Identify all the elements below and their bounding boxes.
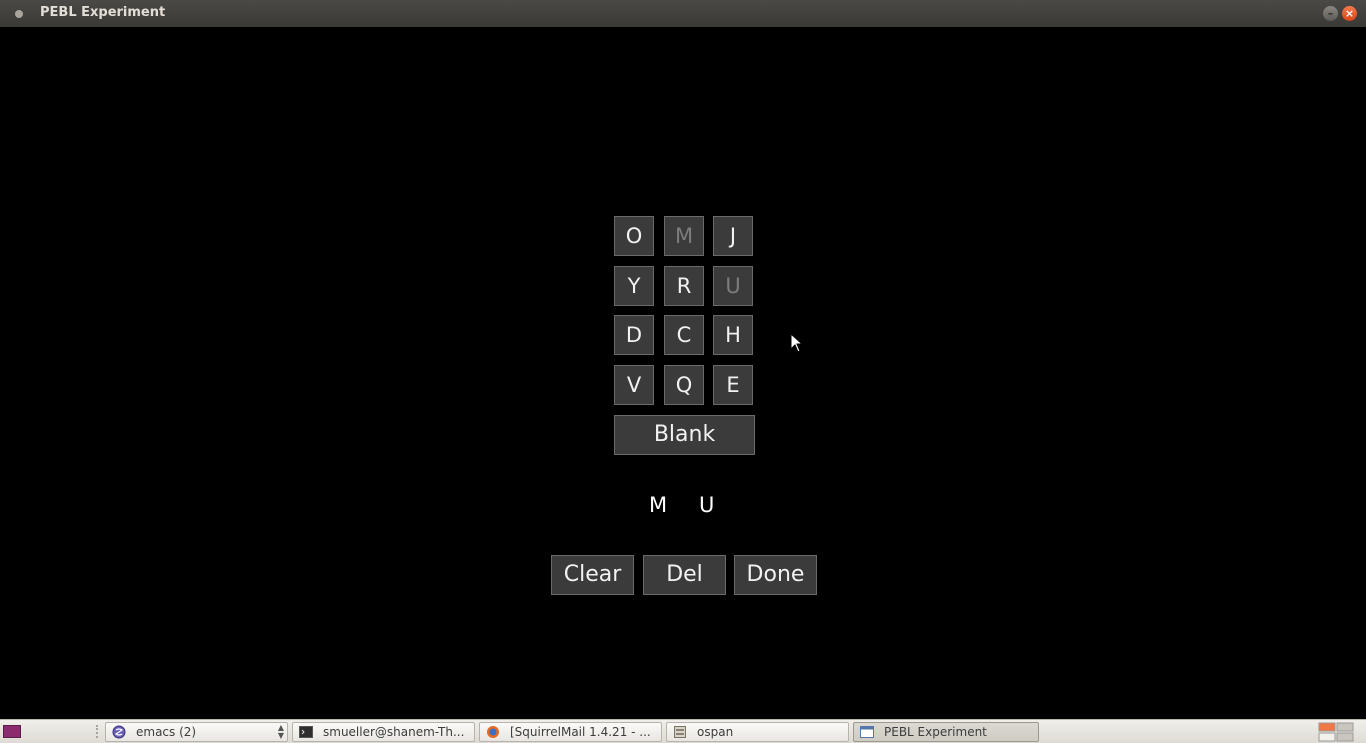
show-desktop-icon[interactable] xyxy=(3,725,21,738)
letter-key-e[interactable]: E xyxy=(713,365,753,405)
taskbar-item-label: ospan xyxy=(697,725,734,739)
clear-button[interactable]: Clear xyxy=(551,555,634,595)
taskbar-item-firefox[interactable]: [SquirrelMail 1.4.21 - ... xyxy=(479,722,662,742)
letter-key-y[interactable]: Y xyxy=(614,266,654,306)
letter-key-c[interactable]: C xyxy=(664,315,704,355)
window-title: PEBL Experiment xyxy=(40,5,166,20)
taskbar: emacs (2) ▲ ▼ smueller@shanem-Th... [Squi… xyxy=(0,719,1366,743)
delete-button[interactable]: Del xyxy=(643,555,726,595)
window-titlebar[interactable]: PEBL Experiment – × xyxy=(0,0,1366,27)
firefox-icon xyxy=(487,726,499,738)
taskbar-item-label: emacs (2) xyxy=(136,725,197,739)
taskbar-item-ospan[interactable]: ospan xyxy=(666,722,849,742)
letter-key-v[interactable]: V xyxy=(614,365,654,405)
blank-button[interactable]: Blank xyxy=(614,415,755,455)
window-menu-icon[interactable] xyxy=(15,10,23,18)
emacs-icon xyxy=(112,725,126,739)
response-letter: M xyxy=(649,493,668,517)
file-manager-icon xyxy=(674,726,686,738)
taskbar-item-label: [SquirrelMail 1.4.21 - ... xyxy=(510,725,651,739)
letter-key-m[interactable]: M xyxy=(664,216,704,256)
letter-key-j[interactable]: J xyxy=(713,216,753,256)
window-icon xyxy=(860,726,874,738)
terminal-icon xyxy=(299,726,313,738)
letter-key-u[interactable]: U xyxy=(713,266,753,306)
mouse-pointer-icon xyxy=(790,333,804,353)
done-button[interactable]: Done xyxy=(734,555,817,595)
letter-key-d[interactable]: D xyxy=(614,315,654,355)
taskbar-item-terminal[interactable]: smueller@shanem-Th... xyxy=(292,722,475,742)
workspace-switcher-icon[interactable] xyxy=(1318,722,1356,742)
updown-icon: ▲ ▼ xyxy=(277,723,284,740)
taskbar-item-pebl[interactable]: PEBL Experiment xyxy=(853,722,1039,742)
experiment-canvas: O M J Y R U D C H V Q E Blank M U Clear … xyxy=(0,27,1366,719)
letter-key-o[interactable]: O xyxy=(614,216,654,256)
taskbar-item-label: PEBL Experiment xyxy=(884,725,987,739)
letter-key-q[interactable]: Q xyxy=(664,365,704,405)
taskbar-item-label: smueller@shanem-Th... xyxy=(323,725,465,739)
close-button[interactable]: × xyxy=(1342,6,1357,21)
letter-key-h[interactable]: H xyxy=(713,315,753,355)
minimize-button[interactable]: – xyxy=(1323,6,1338,21)
letter-key-r[interactable]: R xyxy=(664,266,704,306)
response-letter: U xyxy=(699,493,715,517)
taskbar-grip[interactable] xyxy=(96,725,100,738)
taskbar-item-emacs[interactable]: emacs (2) ▲ ▼ xyxy=(105,722,288,742)
